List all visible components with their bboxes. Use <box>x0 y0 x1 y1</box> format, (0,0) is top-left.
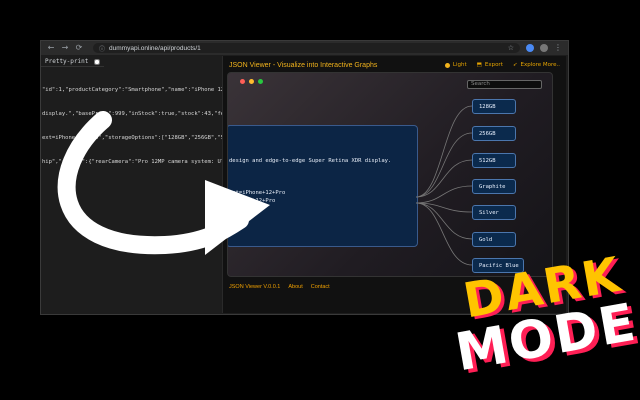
export-label: Export <box>484 62 503 68</box>
dark-mode-stamp: DARK MODE <box>451 247 640 400</box>
leaf-node[interactable]: 512GB <box>472 153 516 168</box>
back-icon[interactable]: ← <box>47 41 55 55</box>
viewer-footer: JSON Viewer V.0.0.1 About Contact <box>229 284 330 290</box>
contact-link[interactable]: Contact <box>311 284 330 290</box>
url-text[interactable]: dummyapi.online/api/products/1 <box>109 45 201 52</box>
leaf-node[interactable]: Graphite <box>472 179 516 194</box>
leaf-node[interactable]: Gold <box>472 232 516 247</box>
browser-toolbar: ← → ⟳ ⓘ dummyapi.online/api/products/1 ☆… <box>41 41 568 55</box>
pretty-print-toggle[interactable]: Pretty-print <box>41 57 104 67</box>
bookmark-star-icon[interactable]: ☆ <box>508 44 514 52</box>
sun-icon <box>444 62 450 68</box>
export-icon: ⬒ <box>476 62 482 68</box>
leaf-node[interactable]: 128GB <box>472 99 516 114</box>
about-link[interactable]: About <box>288 284 302 290</box>
profile-avatar[interactable] <box>540 44 548 52</box>
rocket-icon: ➶ <box>512 62 518 68</box>
leaf-node[interactable]: 256GB <box>472 126 516 141</box>
light-toggle[interactable]: Light <box>444 62 467 68</box>
menu-icon[interactable]: ⋮ <box>554 41 562 55</box>
site-info-icon[interactable]: ⓘ <box>99 44 105 53</box>
pretty-print-checkbox[interactable] <box>93 58 100 65</box>
version-label: JSON Viewer V.0.0.1 <box>229 284 281 290</box>
explore-more-link[interactable]: ➶ Explore More.. <box>513 62 560 68</box>
viewer-title: JSON Viewer - Visualize into Interactive… <box>229 61 378 69</box>
address-bar[interactable]: ⓘ dummyapi.online/api/products/1 ☆ <box>93 43 520 53</box>
export-button[interactable]: ⬒ Export <box>477 62 503 68</box>
reload-icon[interactable]: ⟳ <box>75 41 83 55</box>
extension-icon[interactable] <box>526 44 534 52</box>
pretty-print-label: Pretty-print <box>45 58 89 65</box>
forward-icon[interactable]: → <box>61 41 69 55</box>
curved-arrow-icon <box>57 111 270 255</box>
explore-more-label: Explore More.. <box>520 62 560 68</box>
leaf-node[interactable]: Silver <box>472 205 516 220</box>
light-label: Light <box>452 62 467 68</box>
search-input[interactable]: Search <box>467 80 542 89</box>
